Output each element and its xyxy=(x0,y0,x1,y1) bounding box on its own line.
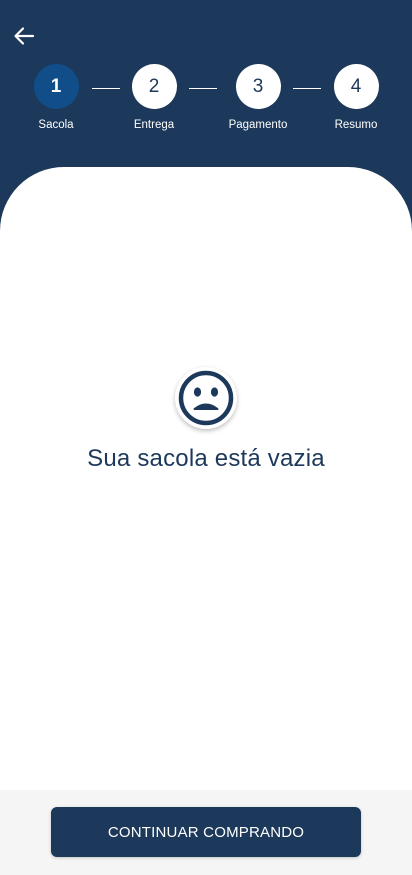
step-number: 4 xyxy=(333,64,379,109)
cart-content: Sua sacola está vazia xyxy=(0,167,412,875)
step-number: 3 xyxy=(235,64,281,109)
arrow-left-icon xyxy=(14,27,35,45)
checkout-screen: 1 Sacola 2 Entrega 3 Pagamento 4 Resumo xyxy=(0,0,412,875)
footer: CONTINUAR COMPRANDO xyxy=(0,790,412,875)
step-sacola[interactable]: 1 Sacola xyxy=(16,64,96,131)
empty-cart-state: Sua sacola está vazia xyxy=(0,367,412,473)
continue-shopping-button[interactable]: CONTINUAR COMPRANDO xyxy=(51,807,361,857)
checkout-stepper: 1 Sacola 2 Entrega 3 Pagamento 4 Resumo xyxy=(0,64,412,136)
step-resumo[interactable]: 4 Resumo xyxy=(316,64,396,131)
step-number: 2 xyxy=(131,64,177,109)
step-number: 1 xyxy=(33,64,79,109)
step-label: Sacola xyxy=(38,119,74,131)
step-label: Resumo xyxy=(334,119,378,131)
step-entrega[interactable]: 2 Entrega xyxy=(114,64,194,131)
back-button[interactable] xyxy=(8,20,40,52)
step-label: Entrega xyxy=(133,119,175,131)
step-label: Pagamento xyxy=(228,119,288,131)
sad-face-icon xyxy=(175,367,237,429)
empty-cart-message: Sua sacola está vazia xyxy=(87,445,325,472)
step-pagamento[interactable]: 3 Pagamento xyxy=(218,64,298,131)
